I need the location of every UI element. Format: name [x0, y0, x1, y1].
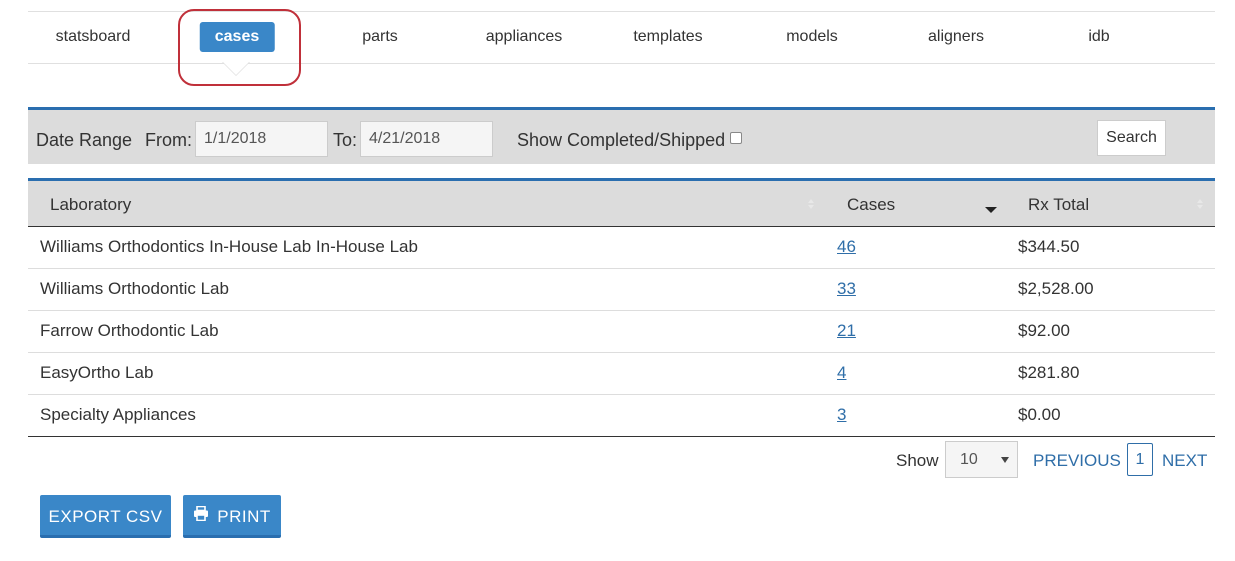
print-button[interactable]: PRINT [183, 495, 281, 538]
sort-icon [1197, 199, 1203, 209]
rx-total-cell: $0.00 [1018, 405, 1061, 424]
rx-total-cell: $92.00 [1018, 321, 1070, 340]
page-size-value: 10 [960, 451, 978, 468]
to-label: To: [333, 130, 358, 150]
page-size-select[interactable]: 10 [945, 441, 1018, 478]
laboratory-table: Laboratory Cases Rx Total Williams Ortho… [28, 178, 1215, 437]
column-header-laboratory[interactable]: Laboratory [50, 195, 131, 215]
sort-desc-icon [985, 207, 997, 213]
filter-bar: Date Range From: 1/1/2018 To: 4/21/2018 … [28, 107, 1215, 164]
current-page-button[interactable]: 1 [1127, 443, 1153, 476]
table-row: Williams Orthodontics In-House Lab In-Ho… [28, 227, 1215, 269]
date-range-label: Date Range [36, 130, 133, 150]
tab-models[interactable]: models [786, 28, 838, 46]
printer-icon [193, 494, 209, 537]
print-label: PRINT [217, 507, 271, 526]
cases-count-link[interactable]: 4 [837, 363, 846, 383]
rx-total-cell: $281.80 [1018, 363, 1080, 382]
to-date-input[interactable]: 4/21/2018 [360, 121, 493, 157]
cases-count-link[interactable]: 46 [837, 237, 856, 257]
from-date-input[interactable]: 1/1/2018 [195, 121, 328, 157]
table-row: Specialty Appliances 3 $0.00 [28, 395, 1215, 437]
sort-icon [808, 199, 814, 209]
tab-parts[interactable]: parts [362, 28, 398, 46]
laboratory-cell: Williams Orthodontic Lab [40, 279, 229, 298]
laboratory-cell: Williams Orthodontics In-House Lab In-Ho… [40, 237, 418, 256]
table-row: EasyOrtho Lab 4 $281.80 [28, 353, 1215, 395]
next-page-button[interactable]: NEXT [1162, 451, 1207, 471]
export-csv-button[interactable]: EXPORT CSV [40, 495, 171, 538]
table-row: Farrow Orthodontic Lab 21 $92.00 [28, 311, 1215, 353]
tab-statsboard[interactable]: statsboard [56, 28, 131, 46]
previous-page-button[interactable]: PREVIOUS [1033, 451, 1121, 471]
cases-count-link[interactable]: 33 [837, 279, 856, 299]
table-row: Williams Orthodontic Lab 33 $2,528.00 [28, 269, 1215, 311]
cases-count-link[interactable]: 21 [837, 321, 856, 341]
cases-count-link[interactable]: 3 [837, 405, 846, 425]
laboratory-cell: Specialty Appliances [40, 405, 196, 424]
tab-appliances[interactable]: appliances [486, 28, 563, 46]
show-completed-checkbox[interactable] [730, 132, 742, 144]
tab-idb[interactable]: idb [1088, 28, 1109, 46]
laboratory-cell: EasyOrtho Lab [40, 363, 154, 382]
column-header-rx-total[interactable]: Rx Total [1028, 195, 1089, 215]
search-button[interactable]: Search [1097, 120, 1166, 156]
table-header: Laboratory Cases Rx Total [28, 181, 1215, 227]
column-header-cases[interactable]: Cases [847, 195, 895, 215]
tab-templates[interactable]: templates [633, 28, 702, 46]
page-size-label: Show [896, 451, 939, 470]
from-label: From: [145, 130, 192, 150]
tab-aligners[interactable]: aligners [928, 28, 984, 46]
dropdown-arrow-icon [1001, 457, 1009, 463]
export-csv-label: EXPORT CSV [48, 507, 163, 526]
rx-total-cell: $2,528.00 [1018, 279, 1094, 298]
show-completed-label: Show Completed/Shipped [517, 130, 726, 150]
highlight-annotation [178, 9, 301, 86]
laboratory-cell: Farrow Orthodontic Lab [40, 321, 219, 340]
rx-total-cell: $344.50 [1018, 237, 1080, 256]
